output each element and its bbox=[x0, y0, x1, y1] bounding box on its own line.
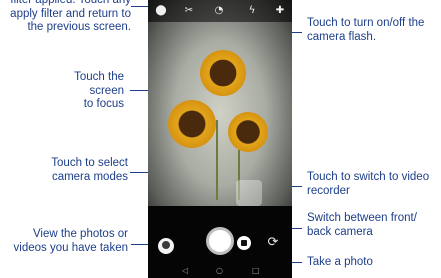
flash-icon[interactable]: ϟ bbox=[244, 3, 260, 19]
phone-screen: ⠿ ⬤ ✂ ◔ ϟ ✚ ⟳ ◁ ○ □ bbox=[148, 0, 292, 278]
recents-icon[interactable]: □ bbox=[252, 266, 260, 275]
camera-viewfinder[interactable]: ⠿ bbox=[148, 0, 292, 220]
video-icon-inner bbox=[241, 240, 247, 246]
hdr-icon[interactable]: ✂ bbox=[181, 3, 197, 19]
timer-icon[interactable]: ◔ bbox=[211, 3, 227, 19]
settings-icon[interactable]: ✚ bbox=[272, 3, 288, 19]
video-icon[interactable] bbox=[237, 236, 251, 250]
switch-camera-icon[interactable]: ⟳ bbox=[265, 235, 281, 251]
camera-topbar: ⬤ ✂ ◔ ϟ ✚ bbox=[148, 0, 292, 22]
sunflower-lower bbox=[228, 112, 268, 152]
focus-annotation: Touch the screen to focus bbox=[74, 71, 124, 110]
vase bbox=[236, 180, 262, 206]
home-icon[interactable]: ○ bbox=[216, 266, 223, 275]
filter-applied-annotation: filter applied. Touch any apply filter a… bbox=[10, 0, 131, 33]
shutter-button[interactable] bbox=[206, 227, 234, 255]
flower-stems bbox=[216, 120, 218, 200]
sunflower-top bbox=[200, 50, 246, 96]
video-annotation: Touch to switch to video recorder bbox=[307, 171, 430, 197]
filter-icon[interactable]: ⬤ bbox=[153, 3, 169, 19]
back-icon[interactable]: ◁ bbox=[182, 266, 188, 275]
switch-camera-annotation: Switch between front/ back camera bbox=[307, 212, 417, 238]
gallery-annotation: View the photos or videos you have taken bbox=[13, 228, 128, 254]
modes-annotation: Touch to select camera modes bbox=[51, 157, 128, 183]
gallery-thumb-dot bbox=[162, 241, 170, 249]
sunflower-middle bbox=[168, 100, 216, 148]
camera-bottombar: ⟳ ◁ ○ □ bbox=[148, 206, 292, 278]
gallery-icon[interactable] bbox=[158, 238, 174, 254]
take-photo-annotation: Take a photo bbox=[307, 256, 373, 268]
flash-annotation: Touch to turn on/off the camera flash. bbox=[307, 17, 425, 43]
